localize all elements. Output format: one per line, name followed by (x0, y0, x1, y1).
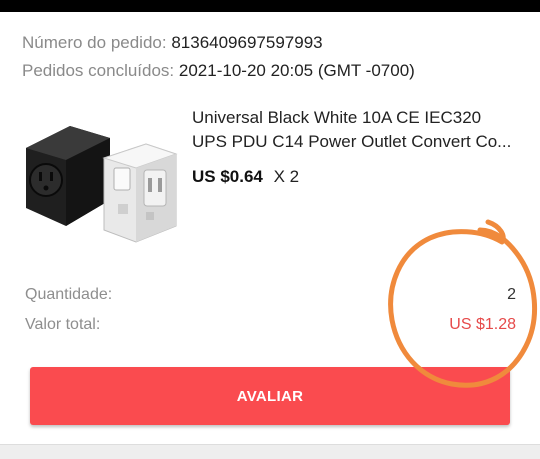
product-title-line-1: Universal Black White 10A CE IEC320 (192, 108, 482, 127)
product-title-line-2: UPS PDU C14 Power Outlet Convert Co... (192, 132, 512, 151)
quantity-label: Quantidade: (25, 286, 113, 303)
white-adapter-image (102, 143, 178, 243)
order-completed-value: 2021-10-20 20:05 (GMT -0700) (178, 61, 415, 80)
product-price-row: US $0.64 X 2 (192, 166, 299, 188)
product-image[interactable] (18, 108, 180, 258)
order-completed-label: Pedidos concluídos: (22, 61, 175, 80)
black-adapter-image (26, 126, 110, 226)
order-completed-row: Pedidos concluídos: 2021-10-20 20:05 (GM… (22, 61, 415, 81)
order-number-label: Número do pedido: (22, 33, 167, 52)
product-quantity-multiplier: X 2 (273, 167, 300, 186)
quantity-value: 2 (507, 286, 516, 303)
order-number-row: Número do pedido: 8136409697597993 (22, 33, 323, 53)
product-unit-price: US $0.64 (192, 167, 263, 186)
review-button[interactable]: AVALIAR (30, 367, 510, 425)
status-bar (0, 0, 540, 12)
quantity-summary-row: Quantidade: 2 (25, 285, 516, 305)
order-detail-page: Número do pedido: 8136409697597993 Pedid… (0, 0, 540, 459)
total-value: US $1.28 (449, 316, 516, 333)
product-title[interactable]: Universal Black White 10A CE IEC320 UPS … (192, 106, 522, 154)
bottom-divider (0, 444, 540, 459)
order-number-value: 8136409697597993 (171, 33, 323, 52)
total-summary-row: Valor total: US $1.28 (25, 315, 516, 335)
total-label: Valor total: (25, 316, 101, 333)
